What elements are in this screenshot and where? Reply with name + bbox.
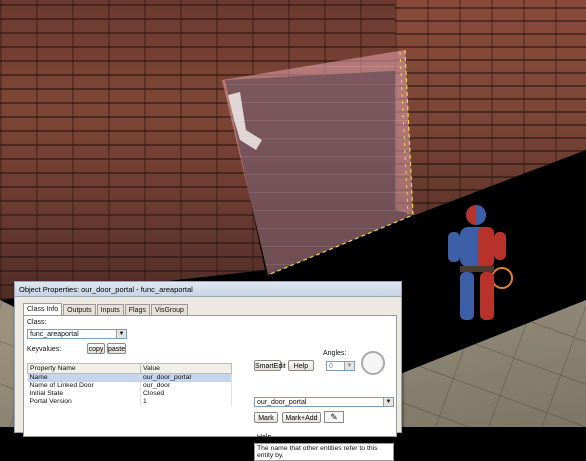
help-text-box: The name that other entities refer to th… — [254, 443, 394, 461]
property-value: Closed — [140, 390, 232, 398]
table-row[interactable]: Initial State Closed — [27, 390, 232, 398]
keyvalues-label: Keyvalues: — [27, 346, 62, 353]
angles-value: 0 — [329, 363, 333, 370]
table-row[interactable]: Name of Linked Door our_door — [27, 382, 232, 390]
mark-button[interactable]: Mark — [254, 412, 278, 423]
property-value: our_door_portal — [140, 373, 232, 382]
column-header-value[interactable]: Value — [140, 363, 232, 374]
property-name: Name of Linked Door — [27, 382, 141, 390]
dialog-title: Object Properties: our_door_portal - fun… — [19, 284, 193, 294]
class-value: func_areaportal — [30, 331, 79, 338]
mark-add-button[interactable]: Mark+Add — [282, 412, 321, 423]
table-row[interactable]: Portal Version 1 — [27, 398, 232, 406]
value-select-text: our_door_portal — [257, 399, 307, 406]
column-header-property-name[interactable]: Property Name — [27, 363, 141, 374]
help-heading: Help — [257, 434, 272, 441]
property-name: Name — [27, 373, 141, 382]
table-row[interactable]: Name our_door_portal — [27, 373, 232, 382]
property-name: Initial State — [27, 390, 141, 398]
object-properties-dialog[interactable]: Object Properties: our_door_portal - fun… — [14, 281, 402, 461]
smartedit-button[interactable]: SmartEdit — [254, 360, 286, 371]
chevron-down-icon[interactable]: ▼ — [344, 362, 354, 370]
class-label: Class: — [27, 319, 47, 326]
class-info-page: Class: func_areaportal ▼ Keyvalues: copy… — [23, 315, 397, 461]
property-value: 1 — [140, 398, 232, 406]
angle-compass[interactable] — [361, 351, 385, 375]
copy-button[interactable]: copy — [87, 343, 105, 354]
angles-label: Angles: — [323, 350, 347, 357]
class-select[interactable]: func_areaportal ▼ — [27, 329, 127, 339]
chevron-down-icon[interactable]: ▼ — [116, 330, 126, 338]
value-select[interactable]: our_door_portal ▼ — [254, 397, 394, 407]
property-name: Portal Version — [27, 398, 141, 406]
property-value: our_door — [140, 382, 232, 390]
paste-button[interactable]: paste — [107, 343, 126, 354]
keyvalues-table: Property Name Value Name our_door_portal… — [27, 363, 232, 406]
dialog-titlebar[interactable]: Object Properties: our_door_portal - fun… — [15, 282, 401, 297]
eyedropper-icon[interactable]: ✎ — [324, 411, 344, 423]
player-figure — [448, 205, 513, 320]
help-button[interactable]: Help — [288, 360, 314, 371]
angles-select[interactable]: 0 ▼ — [326, 361, 355, 371]
chevron-down-icon[interactable]: ▼ — [383, 398, 393, 406]
